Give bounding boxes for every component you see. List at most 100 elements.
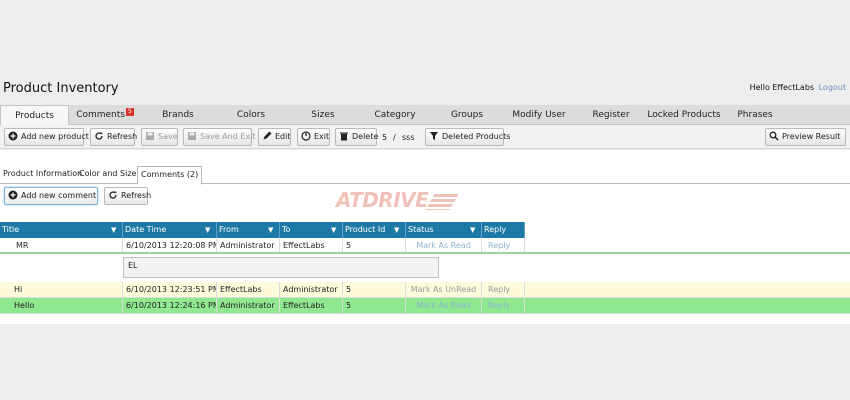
button-label: Refresh xyxy=(121,191,152,200)
pager-separator: / xyxy=(393,133,396,142)
reply-link[interactable]: Reply xyxy=(482,282,525,297)
cell-to: EffectLabs xyxy=(280,238,343,252)
filter-icon[interactable]: ▼ xyxy=(470,226,478,234)
column-label: To xyxy=(282,225,291,234)
tab-label: Phrases xyxy=(737,110,773,120)
save-button[interactable]: Save xyxy=(141,128,178,146)
tab-brands[interactable]: Brands xyxy=(148,105,208,125)
logo-stripes-icon xyxy=(425,193,459,210)
tab-comments[interactable]: Comments 5 xyxy=(72,105,138,125)
delete-button[interactable]: Delete xyxy=(335,128,379,146)
column-header-date-time[interactable]: Date Time ▼ xyxy=(123,222,217,238)
mark-as-unread-link[interactable]: Mark As UnRead xyxy=(406,282,482,297)
column-header-product-id[interactable]: Product Id ▼ xyxy=(343,222,406,238)
cell-from: Administrator xyxy=(217,238,280,252)
column-label: Title xyxy=(2,225,20,234)
trash-icon xyxy=(339,131,349,141)
add-circle-icon xyxy=(8,131,18,141)
tab-products[interactable]: Products xyxy=(0,105,69,126)
cell-date-time: 6/10/2013 12:24:16 PM xyxy=(123,298,217,313)
filter-icon xyxy=(429,131,439,141)
filter-icon[interactable]: ▼ xyxy=(205,226,213,234)
power-icon xyxy=(301,130,311,141)
exit-button[interactable]: Exit xyxy=(297,128,330,146)
atdrive-logo: ATDRIVE xyxy=(336,188,459,212)
column-label: Reply xyxy=(484,225,507,234)
add-new-product-button[interactable]: Add new product xyxy=(4,128,89,146)
column-header-from[interactable]: From ▼ xyxy=(217,222,280,238)
subtab-color-and-sizes[interactable]: Color and Sizes xyxy=(76,166,144,184)
tab-phrases[interactable]: Phrases xyxy=(732,105,778,125)
logout-link[interactable]: Logout xyxy=(819,83,846,92)
column-label: From xyxy=(219,225,239,234)
tab-locked-products[interactable]: Locked Products xyxy=(646,105,722,125)
tab-label: Brands xyxy=(162,110,194,120)
button-label: Delete xyxy=(352,132,379,141)
floppy-disk-icon xyxy=(145,131,155,141)
refresh-button[interactable]: Refresh xyxy=(90,128,138,146)
hello-text: Hello EffectLabs xyxy=(749,83,815,92)
cell-title: MR xyxy=(0,238,123,252)
tab-label: Comments xyxy=(76,110,125,120)
pencil-icon xyxy=(262,131,272,141)
preview-result-button[interactable]: Preview Result xyxy=(765,128,846,146)
column-header-title[interactable]: Title ▼ xyxy=(0,222,123,238)
tab-label: Locked Products xyxy=(647,110,721,120)
cell-product-id: 5 xyxy=(343,282,406,297)
tab-label: Colors xyxy=(236,110,266,120)
edit-button[interactable]: Edit xyxy=(258,128,291,146)
button-label: Save xyxy=(158,132,178,141)
main-tabs: Products Comments 5 Brands Colors Sizes C… xyxy=(0,105,850,126)
tab-label: Modify User xyxy=(512,110,566,120)
table-row[interactable]: Hello 6/10/2013 12:24:16 PM Administrato… xyxy=(0,298,850,314)
user-greeting: Hello EffectLabs Logout xyxy=(750,83,846,92)
mark-as-read-link[interactable]: Mark As Read xyxy=(406,238,482,252)
filter-icon[interactable]: ▼ xyxy=(268,226,276,234)
tab-colors[interactable]: Colors xyxy=(222,105,280,125)
mark-as-read-link[interactable]: Mark As Read xyxy=(406,298,482,313)
reply-link[interactable]: Reply xyxy=(482,238,525,252)
button-label: Add new comment xyxy=(21,191,97,200)
reply-link[interactable]: Reply xyxy=(482,298,525,313)
pager-total: sss xyxy=(402,133,415,142)
column-header-to[interactable]: To ▼ xyxy=(280,222,343,238)
button-label: Deleted Products xyxy=(442,132,511,141)
tab-register[interactable]: Register xyxy=(586,105,636,125)
pager-current: 5 xyxy=(382,133,388,142)
button-label: Edit xyxy=(275,132,291,141)
table-row[interactable]: Hi 6/10/2013 12:23:51 PM EffectLabs Admi… xyxy=(0,282,850,298)
save-and-exit-button[interactable]: Save And Exit xyxy=(183,128,256,146)
refresh-icon xyxy=(94,131,104,141)
filter-icon[interactable]: ▼ xyxy=(111,226,119,234)
add-circle-icon xyxy=(8,190,18,200)
tab-sizes[interactable]: Sizes xyxy=(298,105,348,125)
column-header-status[interactable]: Status ▼ xyxy=(406,222,482,238)
tab-modify-user[interactable]: Modify User xyxy=(508,105,570,125)
comments-refresh-button[interactable]: Refresh xyxy=(104,187,152,205)
comments-count-badge: 5 xyxy=(125,108,134,116)
tab-groups[interactable]: Groups xyxy=(442,105,492,125)
button-label: Refresh xyxy=(107,132,138,141)
subtab-comments[interactable]: Comments (2) xyxy=(137,166,203,185)
tab-label: Register xyxy=(592,110,630,120)
tab-category[interactable]: Category xyxy=(366,105,424,125)
column-label: Status xyxy=(408,225,434,234)
add-new-comment-button[interactable]: Add new comment xyxy=(4,187,98,205)
cell-title: Hi xyxy=(0,282,123,297)
column-header-reply[interactable]: Reply xyxy=(482,222,525,238)
filter-icon[interactable]: ▼ xyxy=(394,226,402,234)
table-row[interactable]: MR 6/10/2013 12:20:08 PM Administrator E… xyxy=(0,238,850,254)
tab-label: Category xyxy=(374,110,416,120)
cell-to: EffectLabs xyxy=(280,298,343,313)
column-label: Product Id xyxy=(345,225,386,234)
tab-label: Products xyxy=(15,111,54,121)
cell-date-time: 6/10/2013 12:23:51 PM xyxy=(123,282,217,297)
filter-icon[interactable]: ▼ xyxy=(331,226,339,234)
logo-text: ATDRIVE xyxy=(336,188,429,212)
column-label: Date Time xyxy=(125,225,167,234)
tab-label: Groups xyxy=(450,110,484,120)
cell-from: Administrator xyxy=(217,298,280,313)
subtab-product-information[interactable]: Product Information xyxy=(0,166,85,184)
cell-from: EffectLabs xyxy=(217,282,280,297)
deleted-products-button[interactable]: Deleted Products xyxy=(425,128,510,146)
